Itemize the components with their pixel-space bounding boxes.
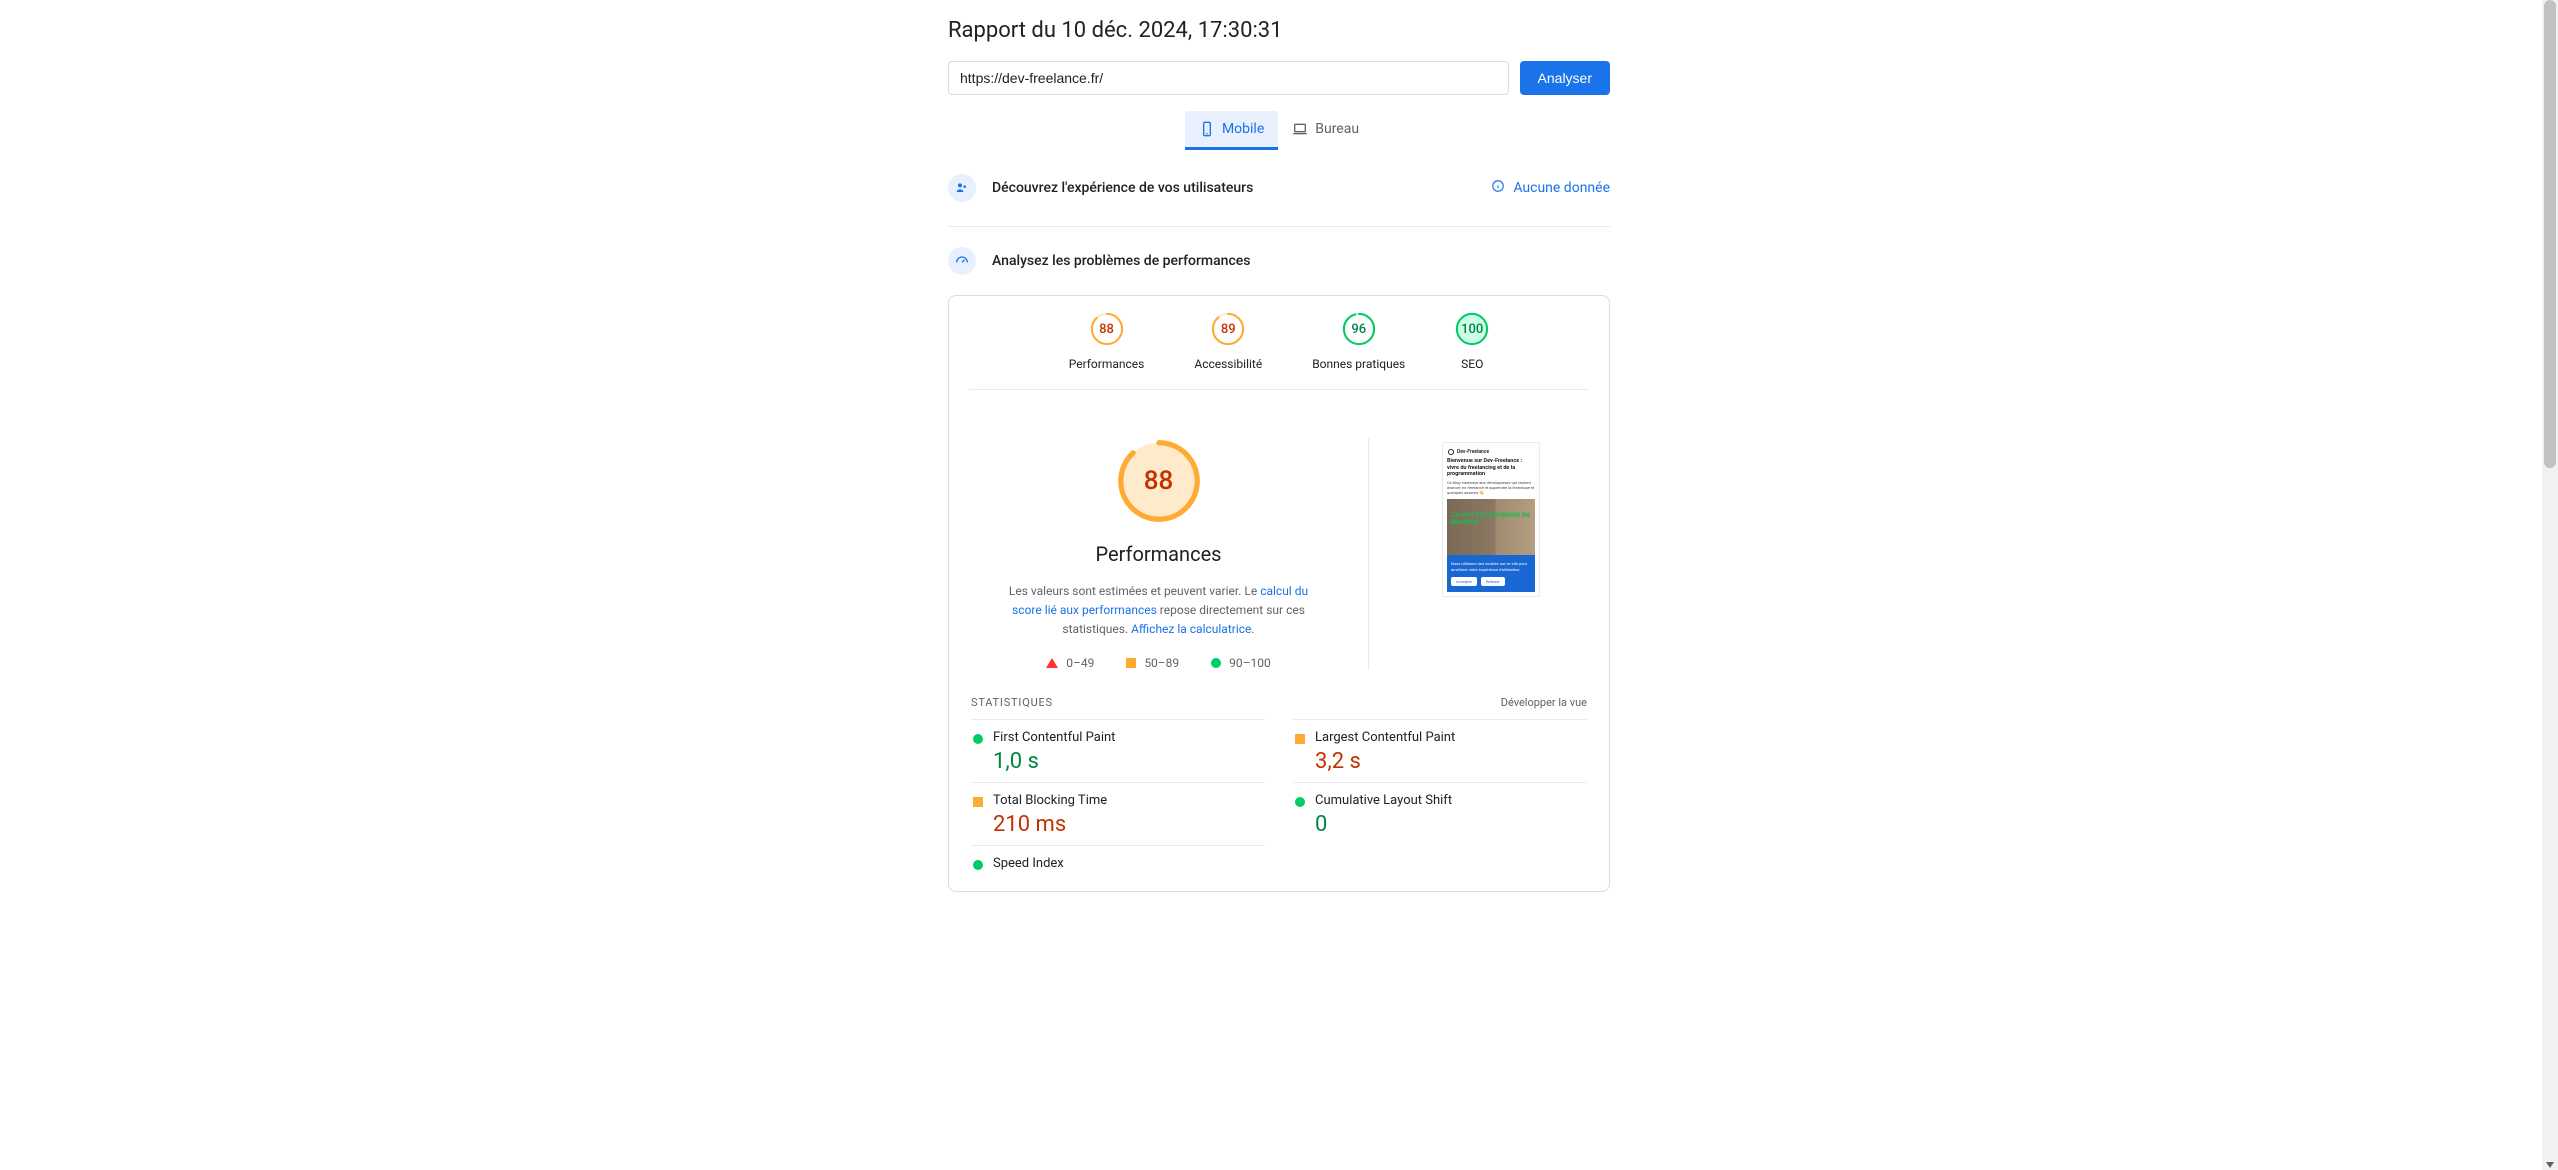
performance-card: 88 Performances 89 Accessibilité 96 Bonn…	[948, 295, 1610, 892]
metric-value: 0	[1315, 812, 1587, 837]
no-data-label: Aucune donnée	[1513, 180, 1610, 196]
circle-green-icon	[1211, 658, 1221, 668]
metric-value: 3,2 s	[1315, 749, 1587, 774]
report-title: Rapport du 10 déc. 2024, 17:30:31	[948, 18, 1610, 43]
scrollbar[interactable]	[2542, 0, 2558, 1170]
metric-name: First Contentful Paint	[993, 730, 1265, 745]
big-perf-title: Performances	[1095, 542, 1221, 566]
gauge-performances[interactable]: 88 Performances	[1069, 312, 1145, 371]
metric-name: Cumulative Layout Shift	[1315, 793, 1587, 808]
gauge-seo[interactable]: 100 SEO	[1455, 312, 1489, 371]
calculator-link[interactable]: Affichez la calculatrice	[1131, 622, 1251, 636]
laptop-icon	[1292, 121, 1308, 137]
expand-view-link[interactable]: Développer la vue	[1501, 696, 1587, 709]
gauge-label: Bonnes pratiques	[1312, 357, 1405, 371]
metric-speed-index: Speed Index	[971, 845, 1265, 883]
no-data-link[interactable]: Aucune donnée	[1491, 179, 1610, 197]
tab-mobile[interactable]: Mobile	[1185, 111, 1278, 150]
scrollbar-thumb[interactable]	[2544, 0, 2556, 468]
circle-green-icon	[973, 734, 983, 744]
gauge-label: Performances	[1069, 357, 1145, 371]
tab-desktop-label: Bureau	[1315, 121, 1359, 137]
metric-name: Speed Index	[993, 856, 1265, 871]
analyse-button[interactable]: Analyser	[1520, 61, 1610, 95]
user-experience-title: Découvrez l'expérience de vos utilisateu…	[992, 180, 1253, 196]
gauge-score: 89	[1211, 312, 1245, 346]
tab-mobile-label: Mobile	[1222, 121, 1264, 137]
metric-cumulative-layout-shift: Cumulative Layout Shift 0	[1293, 782, 1587, 845]
square-orange-icon	[1295, 734, 1305, 744]
url-row: Analyser	[948, 61, 1610, 95]
device-tabs: Mobile Bureau	[948, 111, 1610, 150]
gauge-score: 88	[1090, 312, 1124, 346]
gauge-label: SEO	[1461, 357, 1483, 371]
metric-value: 210 ms	[993, 812, 1265, 837]
gauge-score: 100	[1455, 312, 1489, 346]
big-gauge-score: 88	[1116, 438, 1202, 524]
big-gauge: 88	[1116, 438, 1202, 524]
square-orange-icon	[1126, 658, 1136, 668]
gauge-score: 96	[1342, 312, 1376, 346]
smartphone-icon	[1199, 121, 1215, 137]
gauge-bonnes-pratiques[interactable]: 96 Bonnes pratiques	[1312, 312, 1405, 371]
info-icon	[1491, 179, 1505, 197]
metric-name: Largest Contentful Paint	[1315, 730, 1587, 745]
gauge-accessibilité[interactable]: 89 Accessibilité	[1194, 312, 1262, 371]
gauge-label: Accessibilité	[1194, 357, 1262, 371]
metric-name: Total Blocking Time	[993, 793, 1265, 808]
stats-label: STATISTIQUES	[971, 696, 1053, 709]
url-input[interactable]	[948, 61, 1509, 95]
perf-description: Les valeurs sont estimées et peuvent var…	[1004, 582, 1314, 640]
metric-largest-contentful-paint: Largest Contentful Paint 3,2 s	[1293, 719, 1587, 782]
legend: 0–49 50–89 90–100	[1046, 656, 1271, 670]
circle-green-icon	[973, 860, 983, 870]
square-orange-icon	[973, 797, 983, 807]
metric-first-contentful-paint: First Contentful Paint 1,0 s	[971, 719, 1265, 782]
scroll-down-icon[interactable]	[2546, 1162, 2554, 1168]
speedometer-icon	[948, 247, 976, 275]
tab-desktop[interactable]: Bureau	[1278, 111, 1373, 150]
perf-issues-title: Analysez les problèmes de performances	[992, 253, 1250, 269]
triangle-red-icon	[1046, 658, 1058, 668]
metric-total-blocking-time: Total Blocking Time 210 ms	[971, 782, 1265, 845]
screenshot-preview: Dev-Freelance Bienvenue sur Dev-Freelanc…	[1442, 442, 1540, 597]
users-icon	[948, 174, 976, 202]
circle-green-icon	[1295, 797, 1305, 807]
metric-value: 1,0 s	[993, 749, 1265, 774]
divider	[948, 226, 1610, 227]
